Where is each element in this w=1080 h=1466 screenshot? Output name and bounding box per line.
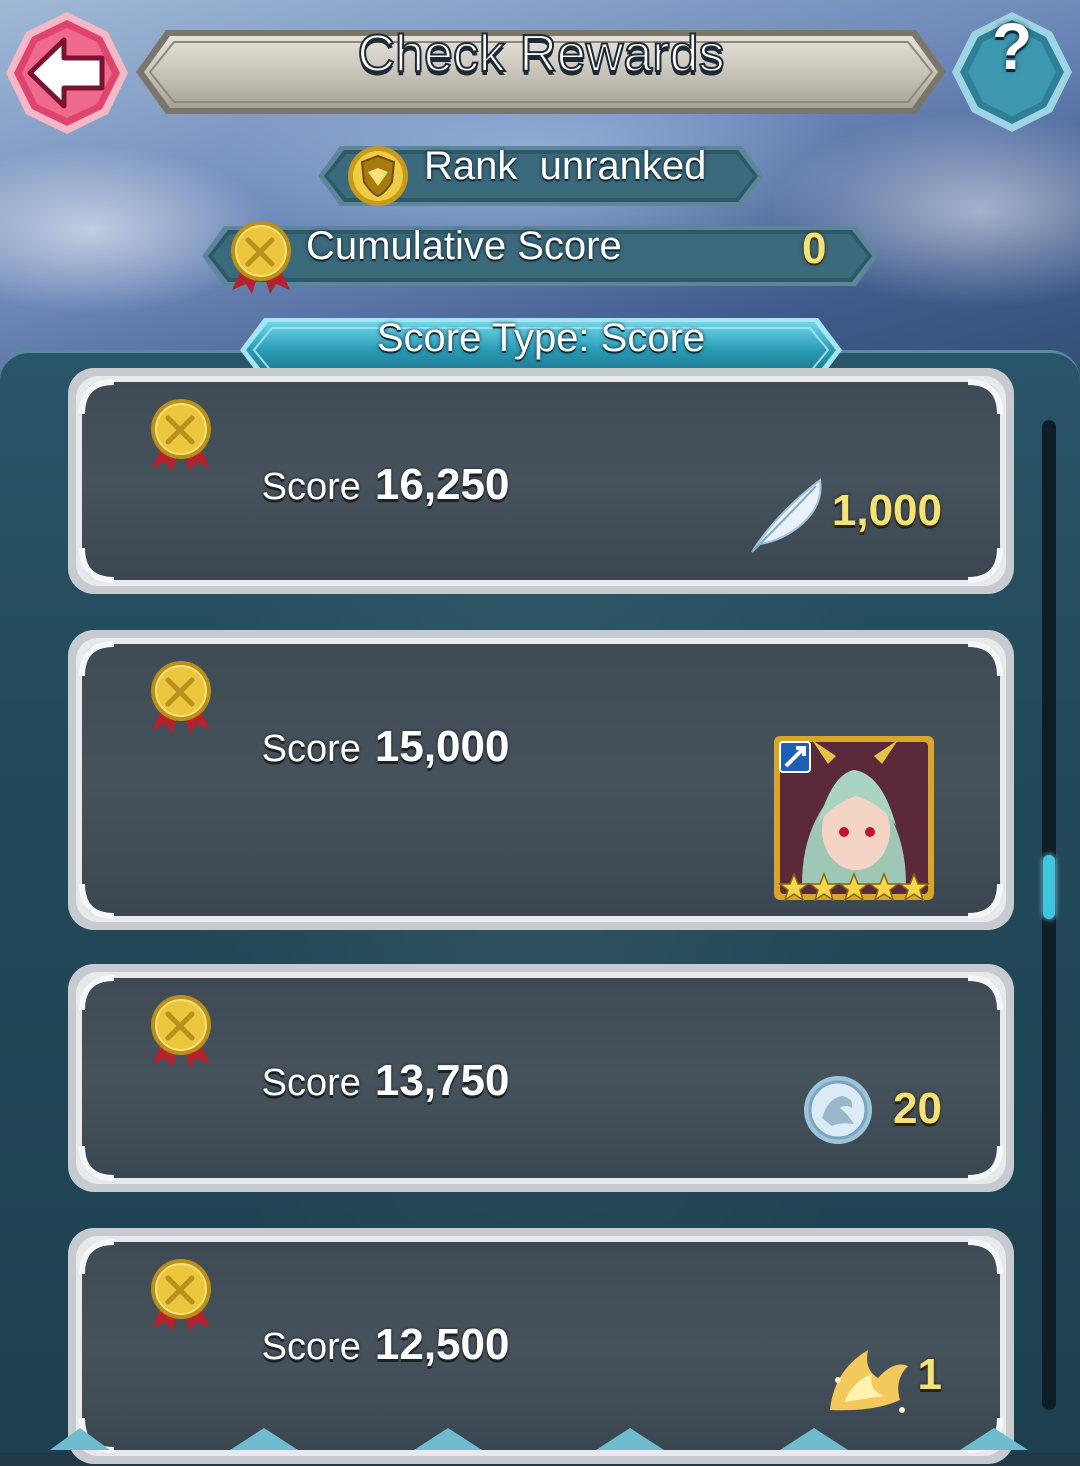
score-label: Score xyxy=(261,1326,361,1368)
score-threshold-value: 15,000 xyxy=(374,722,510,771)
score-label: Score xyxy=(261,466,361,508)
help-question-mark: ? xyxy=(991,9,1033,83)
dragonflower-icon[interactable] xyxy=(824,1340,912,1418)
back-arrow-icon xyxy=(6,12,128,134)
reward-quantity: 1 xyxy=(917,1350,942,1399)
dragon-coin-icon[interactable] xyxy=(802,1074,874,1146)
bottom-decoration xyxy=(50,1428,1028,1450)
score-threshold-value: 12,500 xyxy=(374,1320,510,1369)
reward-quantity: 1,000 xyxy=(831,486,942,535)
help-button[interactable]: ? xyxy=(948,8,1076,136)
reward-card: Score 15,000 xyxy=(66,628,1016,932)
page-title: Check Rewards xyxy=(356,24,725,84)
cumulative-score-display: Cumulative Score 0 xyxy=(202,221,878,294)
reward-quantity: 20 xyxy=(893,1084,942,1133)
reward-threshold: Score 12,500 xyxy=(226,1268,510,1369)
reward-card: Score 13,750 20 xyxy=(66,962,1016,1194)
reward-threshold: Score 15,000 xyxy=(226,670,510,771)
score-medal-icon xyxy=(148,658,214,738)
cumulative-score-value: 0 xyxy=(802,224,827,273)
score-threshold-value: 13,750 xyxy=(374,1056,510,1105)
reward-card: Score 16,250 1,000 xyxy=(66,366,1016,596)
cumulative-score-label: Cumulative Score xyxy=(306,224,622,268)
score-label: Score xyxy=(261,1062,361,1104)
score-threshold-value: 16,250 xyxy=(374,460,510,509)
title-plate: Check Rewards xyxy=(136,24,946,120)
reward-threshold: Score 16,250 xyxy=(226,408,510,509)
score-label: Score xyxy=(261,728,361,770)
back-button[interactable] xyxy=(2,8,132,138)
hero-portrait-icon[interactable] xyxy=(772,734,936,902)
scrollbar-thumb[interactable] xyxy=(1043,855,1055,920)
feather-icon[interactable] xyxy=(746,474,826,556)
reward-threshold: Score 13,750 xyxy=(226,1004,510,1105)
rank-display: Rank unranked xyxy=(318,144,764,208)
score-medal-icon xyxy=(148,396,214,476)
score-medal-icon xyxy=(148,992,214,1072)
rank-label: Rank unranked xyxy=(424,144,707,188)
score-medal-icon xyxy=(148,1256,214,1336)
